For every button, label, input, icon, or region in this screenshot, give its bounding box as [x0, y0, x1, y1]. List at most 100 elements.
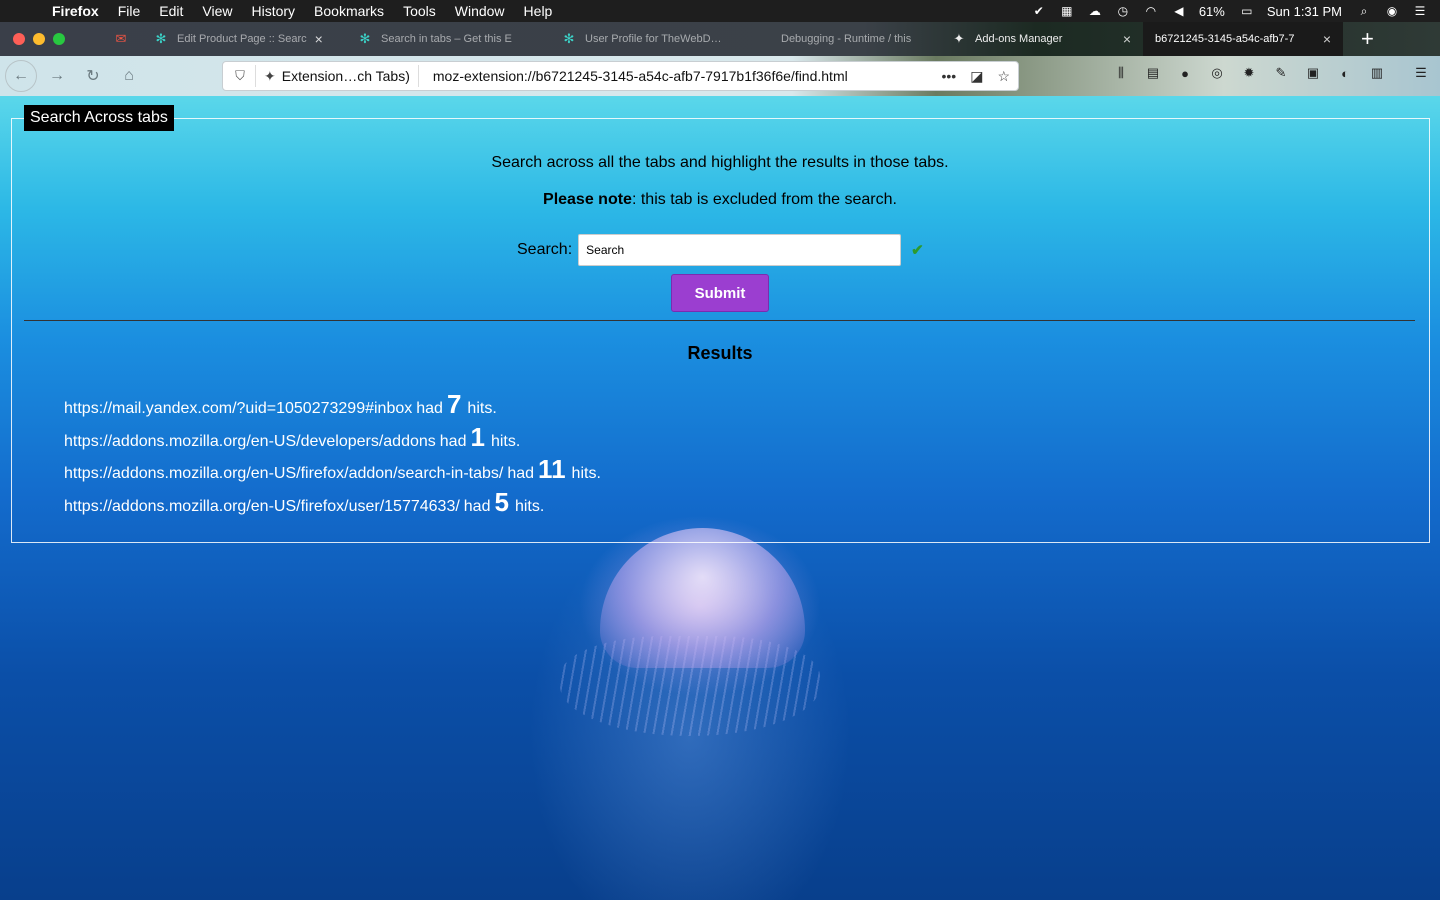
notification-center-icon[interactable]: ☰ [1412, 4, 1428, 18]
tab-debugging[interactable]: Debugging - Runtime / this [753, 22, 939, 56]
result-hits: hits. [490, 432, 521, 450]
result-hit-count: 5 [494, 487, 509, 518]
battery-percent[interactable]: 61% [1199, 4, 1225, 19]
battery-icon[interactable]: ▭ [1239, 4, 1255, 18]
bug-extension-icon[interactable]: ✹ [1240, 64, 1258, 82]
reload-button[interactable]: ↻ [77, 60, 109, 92]
tracking-protection-icon[interactable]: ⛉ [229, 68, 251, 84]
reader-view-icon[interactable]: ▤ [1144, 64, 1162, 82]
spotlight-search-icon[interactable]: ⌕ [1356, 4, 1372, 18]
menu-window[interactable]: Window [455, 3, 505, 19]
tab-label: User Profile for TheWebD… [585, 33, 722, 45]
tab-label: Edit Product Page :: Searc [177, 33, 307, 45]
menu-history[interactable]: History [251, 3, 295, 19]
result-had: had [439, 432, 467, 450]
page-content: Search Across tabs Search across all the… [0, 96, 1440, 900]
home-button[interactable]: ⌂ [113, 60, 145, 92]
result-item: https://addons.mozilla.org/en-US/develop… [64, 422, 601, 455]
result-hit-count: 11 [538, 454, 566, 485]
result-url: https://addons.mozilla.org/en-US/firefox… [64, 465, 504, 483]
tab-label: Search in tabs – Get this E [381, 33, 512, 45]
result-item: https://addons.mozilla.org/en-US/firefox… [64, 454, 601, 487]
menu-firefox[interactable]: Firefox [52, 3, 99, 19]
tab-label: Add-ons Manager [975, 33, 1063, 45]
url-actions: ••• ◪ ☆ [927, 68, 1010, 85]
result-had: had [463, 498, 491, 516]
url-text[interactable]: moz-extension://b6721245-3145-a54c-afb7-… [433, 68, 928, 84]
results-list: https://mail.yandex.com/?uid=1050273299#… [64, 389, 601, 520]
globe-extension-icon[interactable]: ◎ [1208, 64, 1226, 82]
tab-user-profile[interactable]: ✻ User Profile for TheWebD… [549, 22, 753, 56]
shield-status-icon[interactable]: ✔ [1031, 4, 1047, 18]
search-input[interactable] [578, 234, 902, 266]
page-actions-icon[interactable]: ••• [941, 68, 956, 84]
menu-view[interactable]: View [202, 3, 232, 19]
chart-extension-icon[interactable]: ▣ [1304, 64, 1322, 82]
intro-text: Search across all the tabs and highlight… [491, 154, 949, 171]
result-url: https://mail.yandex.com/?uid=1050273299#… [64, 400, 413, 417]
reload-icon: ↻ [86, 68, 100, 85]
zoom-window-button[interactable] [53, 33, 65, 45]
result-item: https://mail.yandex.com/?uid=1050273299#… [64, 389, 601, 422]
back-button[interactable]: ← [5, 60, 37, 92]
docker-icon[interactable]: ▦ [1059, 4, 1075, 18]
bookmark-star-icon[interactable]: ☆ [997, 68, 1010, 85]
siri-icon[interactable]: ◉ [1384, 4, 1400, 18]
notes-extension-icon[interactable]: ✎ [1272, 64, 1290, 82]
cloud-icon[interactable]: ☁ [1087, 4, 1103, 18]
arrow-right-icon: → [49, 67, 65, 84]
puzzle-icon: ✦ [264, 67, 276, 84]
twd-extension-icon[interactable]: ● [1176, 64, 1194, 82]
macos-menu-bar: Firefox File Edit View History Bookmarks… [0, 0, 1440, 22]
result-had: had [507, 465, 535, 483]
note-bold: Please note [543, 191, 632, 208]
close-tab-icon[interactable]: × [315, 31, 323, 47]
menu-help[interactable]: Help [524, 3, 553, 19]
clock[interactable]: Sun 1:31 PM [1267, 4, 1342, 19]
sidebar-extension-icon[interactable]: ▥ [1368, 64, 1386, 82]
color-extension-icon[interactable]: ◐ [1336, 64, 1354, 82]
minimize-window-button[interactable] [33, 33, 45, 45]
new-tab-icon[interactable]: + [1361, 26, 1374, 52]
fieldset-legend: Search Across tabs [24, 105, 174, 131]
close-window-button[interactable] [13, 33, 25, 45]
identity-label: Extension…ch Tabs) [281, 68, 410, 84]
result-hits: hits. [467, 400, 497, 417]
url-bar[interactable]: ⛉ ✦ Extension…ch Tabs) moz-extension://b… [222, 61, 1019, 91]
menu-tools[interactable]: Tools [403, 3, 436, 19]
forward-button[interactable]: → [41, 60, 73, 92]
close-tab-icon[interactable]: × [1123, 31, 1131, 47]
wifi-icon[interactable]: ◠ [1143, 4, 1159, 18]
tab-edit-product-page[interactable]: ✻ Edit Product Page :: Searc × [141, 22, 345, 56]
time-machine-icon[interactable]: ◷ [1115, 4, 1131, 18]
toolbar-extensions: ⫼ ▤ ● ◎ ✹ ✎ ▣ ◐ ▥ ☰ [1112, 64, 1427, 82]
hamburger-menu-icon[interactable]: ☰ [1412, 64, 1430, 82]
tab-search-in-tabs[interactable]: ✻ Search in tabs – Get this E [345, 22, 549, 56]
extension-icon: ✻ [359, 31, 371, 46]
tab-label: Debugging - Runtime / this [781, 33, 912, 45]
tab-find-page[interactable]: b6721245-3145-a54c-afb7-7 × [1143, 22, 1343, 56]
tab-label: b6721245-3145-a54c-afb7-7 [1155, 33, 1295, 45]
tab-mail[interactable]: ✉ [101, 22, 141, 56]
result-url: https://addons.mozilla.org/en-US/firefox… [64, 498, 460, 516]
menu-edit[interactable]: Edit [159, 3, 183, 19]
volume-icon[interactable]: ◀ [1171, 4, 1187, 18]
mail-icon: ✉ [115, 31, 127, 46]
result-hits: hits. [514, 498, 545, 516]
pocket-icon[interactable]: ◪ [970, 68, 983, 85]
close-tab-icon[interactable]: × [1323, 31, 1331, 47]
navigation-toolbar: ← → ↻ ⌂ ⛉ ✦ Extension…ch Tabs) moz-exten… [0, 56, 1440, 96]
identity-box[interactable]: ✦ Extension…ch Tabs) [255, 65, 419, 87]
submit-button[interactable]: Submit [671, 274, 769, 312]
result-had: had [416, 400, 443, 417]
result-hits: hits. [571, 465, 601, 483]
window-controls [13, 33, 73, 45]
tab-addons-manager[interactable]: ✦ Add-ons Manager × [939, 22, 1143, 56]
menu-file[interactable]: File [118, 3, 141, 19]
library-icon[interactable]: ⫼ [1112, 64, 1130, 82]
menu-bookmarks[interactable]: Bookmarks [314, 3, 384, 19]
home-icon: ⌂ [124, 67, 134, 84]
result-hit-count: 1 [470, 421, 485, 452]
result-hit-count: 7 [446, 389, 462, 419]
extension-icon: ✻ [563, 31, 575, 46]
